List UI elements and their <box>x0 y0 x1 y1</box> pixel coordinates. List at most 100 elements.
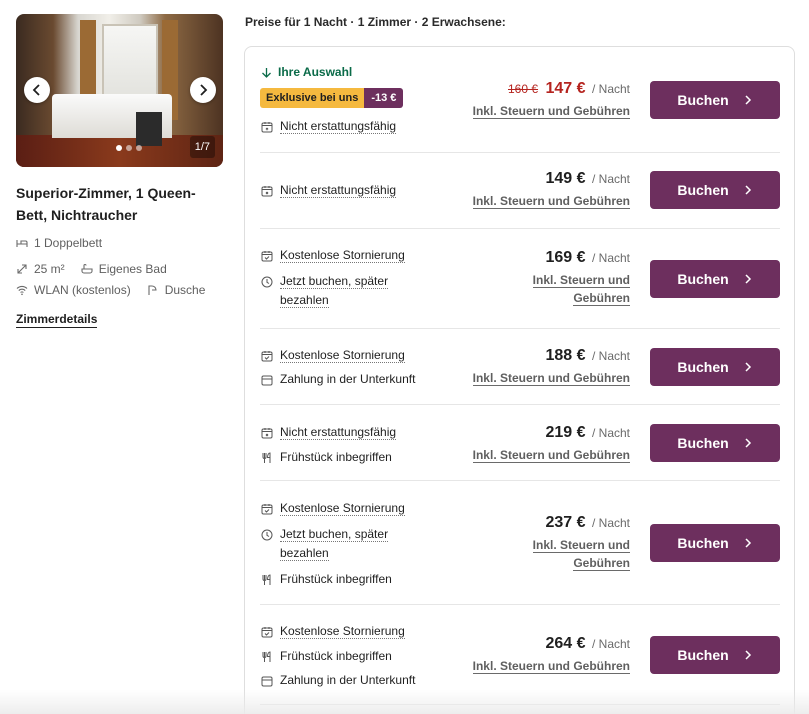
option-label[interactable]: Jetzt buchen, später <box>280 527 389 542</box>
per-night: / Nacht <box>591 426 630 440</box>
price: 149 € <box>545 170 586 187</box>
amenity-size: 25 m² <box>16 262 65 276</box>
option-label: Frühstück inbegriffen <box>280 572 392 586</box>
amenity-shower-label: Dusche <box>164 283 206 297</box>
rate-row: Nicht erstattungsfähig Frühstück inbegri… <box>260 405 780 481</box>
tax-note-link[interactable]: Inkl. Steuern und Gebühren <box>472 194 630 209</box>
option-label: Frühstück inbegriffen <box>280 450 392 464</box>
book-button-label: Buchen <box>677 647 729 663</box>
price-block: 169 € / Nacht Inkl. Steuern und Gebühren <box>532 249 630 307</box>
amenity-wifi: WLAN (kostenlos) <box>16 283 131 297</box>
option-label: Frühstück inbegriffen <box>280 649 392 663</box>
bathtub-icon <box>81 263 93 274</box>
rate-row: Kostenlose Stornierung Zahlung in der Un… <box>260 329 780 405</box>
amenity-wifi-label: WLAN (kostenlos) <box>34 283 131 297</box>
fork-knife-icon <box>262 452 271 463</box>
option-label[interactable]: Nicht erstattungsfähig <box>280 425 397 440</box>
book-button[interactable]: Buchen <box>650 171 780 209</box>
chevron-right-icon <box>745 650 751 660</box>
option-label[interactable]: Kostenlose Stornierung <box>280 348 405 363</box>
fork-knife-icon <box>262 574 271 585</box>
price: 169 € <box>545 249 586 266</box>
photo-next-button[interactable] <box>190 77 216 103</box>
book-button[interactable]: Buchen <box>650 81 780 119</box>
tax-note-link[interactable]: Gebühren <box>573 291 630 306</box>
book-button-label: Buchen <box>677 435 729 451</box>
per-night: / Nacht <box>591 516 630 530</box>
discount-badge: Exklusive bei uns -13 € <box>260 88 404 108</box>
amenity-shower: Dusche <box>147 283 206 297</box>
bottom-fade <box>0 690 809 714</box>
calendar-x-icon <box>261 186 273 197</box>
your-choice-label: Ihre Auswahl <box>261 65 352 79</box>
old-price: 160 € <box>508 82 539 96</box>
tax-note-link[interactable]: Inkl. Steuern und <box>532 273 630 288</box>
rate-row: Kostenlose Stornierung Jetzt buchen, spä… <box>260 481 780 605</box>
tax-note-link[interactable]: Inkl. Steuern und Gebühren <box>472 371 630 386</box>
book-button-label: Buchen <box>677 271 729 287</box>
clock-icon <box>261 529 273 541</box>
price-block: 237 € / Nacht Inkl. Steuern und Gebühren <box>532 514 630 572</box>
price: 264 € <box>545 635 586 652</box>
chevron-right-icon <box>745 538 751 548</box>
rate-row: Nicht erstattungsfähig 149 € / Nacht Ink… <box>260 153 780 229</box>
book-button-label: Buchen <box>677 92 729 108</box>
book-button-label: Buchen <box>677 182 729 198</box>
option-label[interactable]: bezahlen <box>280 293 329 308</box>
resize-icon <box>17 264 27 274</box>
option-free-cancellation: Kostenlose Stornierung <box>261 622 405 641</box>
amenity-bed-label: 1 Doppelbett <box>34 236 103 250</box>
tax-note-link[interactable]: Gebühren <box>573 556 630 571</box>
amenity-bath: Eigenes Bad <box>81 262 167 276</box>
chevron-right-icon <box>745 274 751 284</box>
rate-row: Kostenlose Stornierung Jetzt buchen, spä… <box>260 229 780 329</box>
option-nonrefundable: Nicht erstattungsfähig <box>261 181 397 200</box>
price-block: 219 € / Nacht Inkl. Steuern und Gebühren <box>472 424 630 464</box>
option-free-cancellation: Kostenlose Stornierung <box>261 499 405 518</box>
book-button[interactable]: Buchen <box>650 636 780 674</box>
option-label[interactable]: Kostenlose Stornierung <box>280 501 405 516</box>
room-photo[interactable]: 1/7 <box>16 14 223 167</box>
book-button[interactable]: Buchen <box>650 260 780 298</box>
tax-note-link[interactable]: Inkl. Steuern und Gebühren <box>472 659 630 674</box>
photo-dot[interactable] <box>116 145 122 151</box>
photo-dot[interactable] <box>126 145 132 151</box>
chevron-right-icon <box>745 95 751 105</box>
option-free-cancellation: Kostenlose Stornierung <box>261 246 405 265</box>
price: 237 € <box>545 514 586 531</box>
option-free-cancellation: Kostenlose Stornierung <box>261 346 405 365</box>
room-card: 1/7 Superior-Zimmer, 1 Queen-Bett, Nicht… <box>16 14 224 328</box>
option-label[interactable]: Jetzt buchen, später <box>280 274 389 289</box>
room-title: Superior-Zimmer, 1 Queen-Bett, Nichtrauc… <box>16 185 196 223</box>
option-breakfast: Frühstück inbegriffen <box>261 448 392 467</box>
price: 147 € <box>545 80 586 97</box>
calendar-check-icon <box>261 251 273 262</box>
price-block: 264 € / Nacht Inkl. Steuern und Gebühren <box>472 635 630 675</box>
option-label[interactable]: Kostenlose Stornierung <box>280 624 405 639</box>
book-button[interactable]: Buchen <box>650 424 780 462</box>
option-label[interactable]: Nicht erstattungsfähig <box>280 183 397 198</box>
room-details-link[interactable]: Zimmerdetails <box>16 312 98 328</box>
tax-note-link[interactable]: Inkl. Steuern und Gebühren <box>472 104 630 119</box>
option-nonrefundable: Nicht erstattungsfähig <box>261 423 397 442</box>
photo-dot[interactable] <box>136 145 142 151</box>
discount-amount-badge: -13 € <box>364 88 404 108</box>
option-label[interactable]: bezahlen <box>280 546 329 561</box>
option-label[interactable]: Nicht erstattungsfähig <box>280 119 397 134</box>
price-block: 188 € / Nacht Inkl. Steuern und Gebühren <box>472 347 630 387</box>
book-button[interactable]: Buchen <box>650 348 780 386</box>
option-label[interactable]: Kostenlose Stornierung <box>280 248 405 263</box>
per-night: / Nacht <box>591 82 630 96</box>
photo-prev-button[interactable] <box>24 77 50 103</box>
tax-note-link[interactable]: Inkl. Steuern und <box>532 538 630 553</box>
amenity-bed: 1 Doppelbett <box>16 236 224 250</box>
book-button-label: Buchen <box>677 535 729 551</box>
option-label: Zahlung in der Unterkunft <box>280 673 416 687</box>
arrow-down-icon <box>262 67 271 78</box>
tax-note-link[interactable]: Inkl. Steuern und Gebühren <box>472 448 630 463</box>
per-night: / Nacht <box>591 251 630 265</box>
photo-counter: 1/7 <box>189 136 215 158</box>
shower-icon <box>148 285 157 295</box>
option-pay-at-property: Zahlung in der Unterkunft <box>261 370 415 389</box>
book-button[interactable]: Buchen <box>650 524 780 562</box>
